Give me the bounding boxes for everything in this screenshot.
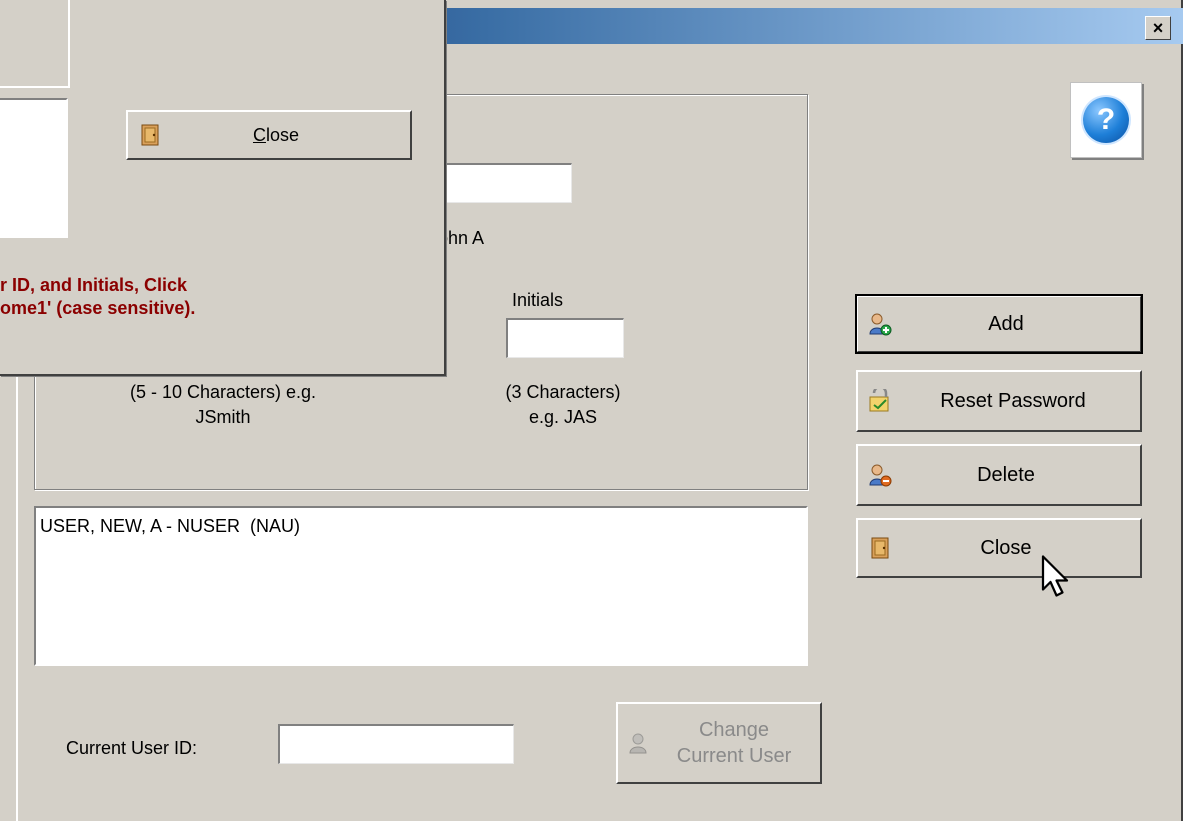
reset-password-button-label: Reset Password <box>940 389 1086 412</box>
help-icon: ? <box>1083 97 1129 143</box>
popup-close-label: Close <box>162 125 410 146</box>
add-button-label: Add <box>988 312 1024 335</box>
key-certificate-icon <box>869 389 889 412</box>
user-id-hint-line1: (5 - 10 Characters) e.g. <box>129 382 317 402</box>
user-id-hint: (5 - 10 Characters) e.g. JSmith <box>58 380 388 430</box>
popup-close-button[interactable]: Close <box>126 110 412 160</box>
help-glyph: ? <box>1096 103 1116 136</box>
initials-hint: (3 Characters) e.g. JAS <box>448 380 678 430</box>
popup-instruction-line1: r ID, and Initials, Click <box>0 275 188 295</box>
user-listbox[interactable]: USER, NEW, A - NUSER (NAU) <box>34 506 808 666</box>
change-current-user-button[interactable]: Change Current User <box>616 702 822 784</box>
add-button[interactable]: Add <box>855 294 1143 354</box>
help-button[interactable]: ? <box>1070 82 1142 158</box>
close-button-label: Close <box>980 536 1032 559</box>
reset-password-button[interactable]: Reset Password <box>856 370 1142 432</box>
popup-instructions: r ID, and Initials, Click ome1' (case se… <box>0 274 195 320</box>
user-add-icon <box>869 313 892 336</box>
mouse-cursor-icon <box>1041 555 1069 597</box>
close-button[interactable]: Close <box>856 518 1142 578</box>
user-id-hint-line2: JSmith <box>195 407 251 427</box>
delete-button-label: Delete <box>977 463 1035 486</box>
door-icon <box>141 124 159 146</box>
initials-hint-line2: e.g. JAS <box>528 407 598 427</box>
popup-close-mnemonic: C <box>252 124 266 145</box>
user-switch-icon <box>629 733 647 754</box>
new-user-popup: Close r ID, and Initials, Click ome1' (c… <box>0 0 446 376</box>
window-close-button[interactable]: × <box>1145 16 1171 40</box>
change-current-user-line1: Change <box>698 719 770 741</box>
close-icon: × <box>1152 18 1164 38</box>
change-current-user-line2: Current User <box>676 745 792 767</box>
current-user-label: Current User ID: <box>66 738 198 758</box>
change-current-user-label: Change Current User <box>652 717 820 769</box>
popup-instruction-line2: ome1' (case sensitive). <box>0 298 196 318</box>
list-item[interactable]: USER, NEW, A - NUSER (NAU) <box>40 516 802 537</box>
initials-input[interactable] <box>506 318 624 358</box>
initials-label: Initials <box>512 290 564 310</box>
door-icon <box>871 537 889 559</box>
popup-top-panel <box>0 0 70 88</box>
popup-close-rest: lose <box>265 124 300 145</box>
current-user-input[interactable] <box>278 724 514 764</box>
popup-info-box <box>0 98 68 238</box>
user-delete-icon <box>869 464 892 487</box>
delete-button[interactable]: Delete <box>856 444 1142 506</box>
initials-hint-line1: (3 Characters) <box>505 382 621 402</box>
